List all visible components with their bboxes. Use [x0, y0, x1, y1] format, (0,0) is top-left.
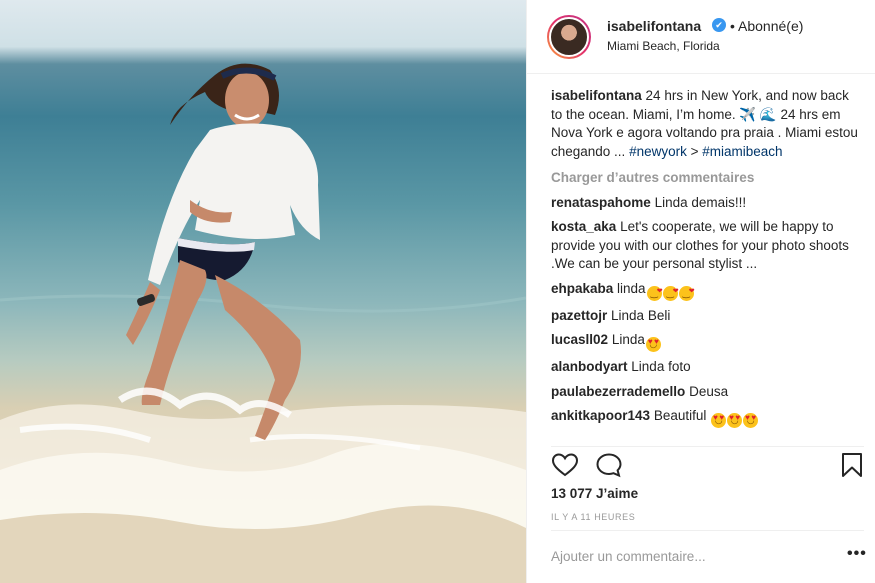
verified-badge-icon: ✔	[712, 18, 726, 32]
hashtag-link[interactable]: #newyork	[629, 144, 687, 159]
heart-eyes-emoji-icon: ◡	[711, 413, 727, 428]
bookmark-icon[interactable]	[840, 452, 864, 483]
comment-text: linda	[617, 280, 646, 296]
heart-eyes-emoji-icon: ◡	[727, 413, 743, 428]
comment-username[interactable]: pazettojr	[551, 308, 607, 323]
speech-bubble-icon[interactable]	[595, 452, 623, 483]
load-more-comments-link[interactable]: Charger d’autres commentaires	[551, 169, 863, 188]
heart-outline-icon[interactable]	[551, 452, 579, 483]
caption: isabelifontana 24 hrs in New York, and n…	[551, 87, 863, 161]
divider	[551, 530, 864, 531]
comment-text: Linda	[611, 332, 645, 347]
comment-item: ankitkapoor143 Beautiful ◡◡◡	[551, 407, 863, 428]
comment-item: alanbodyart Linda foto	[551, 358, 863, 377]
comment-item: ehpakaba linda‿‿‿	[551, 280, 863, 301]
heart-eyes-emoji-icon: ◡	[743, 413, 759, 428]
comment-username[interactable]: alanbodyart	[551, 359, 628, 374]
avatar[interactable]	[547, 15, 591, 59]
comment-item: lucasll02 Linda◡	[551, 331, 863, 352]
post-timestamp[interactable]: IL Y A 11 HEURES	[551, 512, 635, 522]
comment-username[interactable]: lucasll02	[551, 332, 608, 347]
comment-item: kosta_aka Let's cooperate, we will be ha…	[551, 218, 863, 274]
comment-username[interactable]: paulabezerrademello	[551, 384, 685, 399]
header-username[interactable]: isabelifontana	[607, 18, 701, 34]
comment-username[interactable]: renataspahome	[551, 195, 651, 210]
comments-list: isabelifontana 24 hrs in New York, and n…	[551, 87, 863, 434]
comment-username[interactable]: ehpakaba	[551, 281, 613, 296]
avatar-image	[549, 17, 589, 57]
like-count[interactable]: 13 077 J’aime	[551, 486, 638, 501]
action-bar	[551, 452, 864, 482]
kiss-emoji-icon: ‿	[678, 285, 695, 301]
post-photo[interactable]	[0, 0, 526, 583]
comment-text: Linda demais!!!	[654, 194, 747, 210]
comment-item: paulabezerrademello Deusa	[551, 383, 863, 402]
caption-username[interactable]: isabelifontana	[551, 88, 642, 103]
caption-separator: >	[686, 143, 703, 159]
comment-text: Linda foto	[631, 359, 691, 374]
more-options-icon[interactable]: •••	[847, 545, 867, 563]
comment-username[interactable]: ankitkapoor143	[551, 408, 650, 423]
comment-username[interactable]: kosta_aka	[551, 219, 616, 234]
comment-text: Deusa	[689, 383, 729, 399]
comment-item: renataspahome Linda demais!!!	[551, 194, 863, 213]
beach-scene	[0, 63, 526, 583]
heart-eyes-emoji-icon: ◡	[645, 337, 661, 352]
post-header: isabelifontana ✔ • Abonné(e) Miami Beach…	[527, 0, 875, 74]
comment-text: Linda Beli	[611, 307, 671, 323]
hashtag-link[interactable]: #miamibeach	[702, 144, 782, 159]
location-link[interactable]: Miami Beach, Florida	[607, 39, 720, 53]
add-comment-input[interactable]: Ajouter un commentaire...	[551, 549, 706, 564]
kiss-emoji-icon: ‿	[646, 285, 663, 301]
divider	[551, 446, 864, 447]
comment-text: Beautiful	[653, 408, 707, 423]
post-side-panel: isabelifontana ✔ • Abonné(e) Miami Beach…	[526, 0, 875, 583]
comment-item: pazettojr Linda Beli	[551, 307, 863, 326]
kiss-emoji-icon: ‿	[662, 285, 679, 301]
follow-status-button[interactable]: • Abonné(e)	[730, 18, 803, 34]
